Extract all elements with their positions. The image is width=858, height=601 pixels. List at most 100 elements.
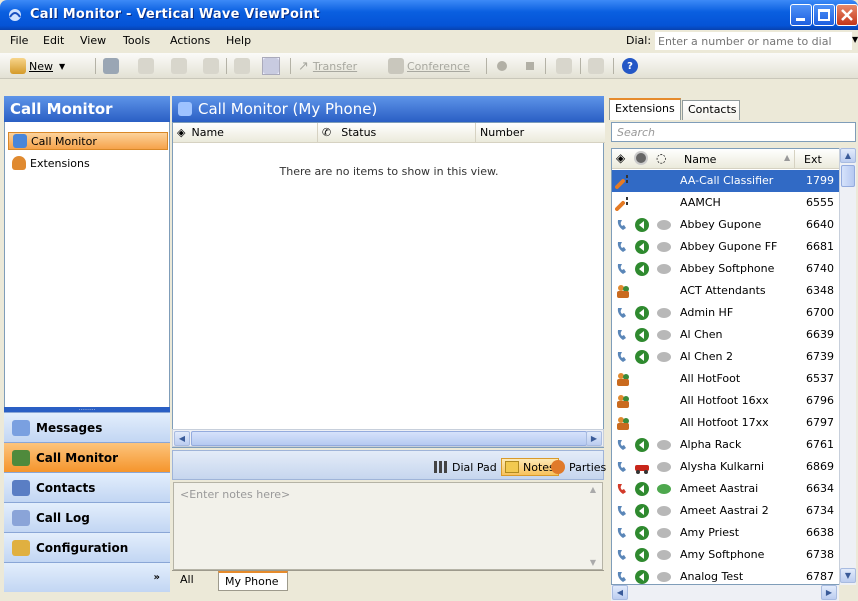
scroll-right-icon[interactable]: ▶ <box>821 585 837 600</box>
extension-row[interactable]: Admin HF 6700 <box>612 302 840 324</box>
extension-row[interactable]: All HotFoot 6537 <box>612 368 840 390</box>
extension-row[interactable]: Analog Test 6787 <box>612 566 840 584</box>
extension-row[interactable]: Al Chen 6639 <box>612 324 840 346</box>
col-status-header[interactable]: ✆ Status <box>317 123 475 143</box>
call-monitor-icon <box>13 134 27 148</box>
maximize-button[interactable] <box>813 4 835 26</box>
hold-button[interactable] <box>171 57 187 75</box>
stop-button[interactable] <box>526 57 534 75</box>
notes-textarea[interactable]: <Enter notes here> ▲ ▼ <box>173 482 603 570</box>
extension-name: Abbey Gupone <box>680 218 762 231</box>
scroll-left-icon[interactable]: ◀ <box>174 431 190 446</box>
extensions-horizontal-scrollbar[interactable]: ◀ ▶ <box>611 585 839 601</box>
keypad-button[interactable] <box>588 57 604 75</box>
col-name-header[interactable]: ◈ Name <box>173 123 317 143</box>
col-ext-header[interactable]: Ext <box>804 153 822 166</box>
help-button[interactable]: ? <box>622 57 638 75</box>
extension-row[interactable]: Ameet Aastrai 6634 <box>612 478 840 500</box>
nav-messages-button[interactable]: Messages <box>4 412 170 442</box>
menu-view[interactable]: View <box>80 34 106 47</box>
directory-search-input[interactable]: Search <box>611 122 856 142</box>
menu-edit[interactable]: Edit <box>43 34 64 47</box>
extension-name: Abbey Gupone FF <box>680 240 778 253</box>
col-label: Number <box>480 126 525 139</box>
nav-label: Call Log <box>36 510 90 525</box>
extension-number: 6739 <box>806 350 834 363</box>
extension-row[interactable]: ACT Attendants 6348 <box>612 280 840 302</box>
col-name-header[interactable]: Name <box>684 153 716 166</box>
extension-row[interactable]: All Hotfoot 16xx 6796 <box>612 390 840 412</box>
extension-row[interactable]: Al Chen 2 6739 <box>612 346 840 368</box>
scroll-thumb[interactable] <box>841 165 855 187</box>
tab-my-phone[interactable]: My Phone <box>218 571 288 591</box>
extension-row[interactable]: Alpha Rack 6761 <box>612 434 840 456</box>
answer-button[interactable] <box>138 57 154 75</box>
tab-extensions[interactable]: Extensions <box>609 98 681 120</box>
dial-input[interactable] <box>655 32 852 50</box>
tab-contacts[interactable]: Contacts <box>682 100 740 120</box>
new-button[interactable]: New ▼ <box>10 57 65 75</box>
message-button[interactable] <box>234 57 250 75</box>
nav-contacts-button[interactable]: Contacts <box>4 472 170 502</box>
monitor-toggle-button[interactable] <box>262 57 280 75</box>
close-button[interactable] <box>836 4 858 26</box>
menu-actions[interactable]: Actions <box>170 34 210 47</box>
minimize-button[interactable] <box>790 4 812 26</box>
hangup-button[interactable] <box>203 57 219 75</box>
toolbar: New ▼ ↗ Transfer Conference ? <box>0 53 858 79</box>
nav-call-monitor-button[interactable]: Call Monitor <box>4 442 170 472</box>
col-number-header[interactable]: Number <box>475 123 605 143</box>
nav-label: Contacts <box>36 480 96 495</box>
scroll-down-icon[interactable]: ▼ <box>840 568 856 583</box>
phone-icon <box>617 550 626 560</box>
print-button[interactable] <box>103 57 119 75</box>
notes-scrollbar[interactable]: ▲ ▼ <box>586 485 600 567</box>
extensions-vertical-scrollbar[interactable]: ▲ ▼ <box>839 148 856 585</box>
call-log-icon <box>12 509 30 526</box>
extension-row[interactable]: Alysha Kulkarni 6869 <box>612 456 840 478</box>
tree-item-extensions[interactable]: Extensions <box>8 154 168 172</box>
dial-pad-button[interactable]: Dial Pad <box>431 458 500 476</box>
record-button[interactable] <box>497 57 507 75</box>
extension-row[interactable]: Abbey Gupone 6640 <box>612 214 840 236</box>
tab-all[interactable]: All <box>174 571 200 591</box>
scroll-left-icon[interactable]: ◀ <box>612 585 628 600</box>
minimize-icon <box>796 18 805 21</box>
extension-row[interactable]: Abbey Gupone FF 6681 <box>612 236 840 258</box>
tree-item-call-monitor[interactable]: Call Monitor <box>8 132 168 150</box>
scroll-up-icon[interactable]: ▲ <box>586 485 600 497</box>
extension-row[interactable]: Abbey Softphone 6740 <box>612 258 840 280</box>
horizontal-scrollbar[interactable]: ◀ ▶ <box>172 429 604 447</box>
extension-name: AA-Call Classifier <box>680 174 774 187</box>
park-button[interactable] <box>556 57 572 75</box>
answer-icon <box>138 58 154 74</box>
scroll-down-icon[interactable]: ▼ <box>586 558 600 567</box>
stop-icon <box>526 62 534 70</box>
chat-bubble-icon <box>657 242 671 252</box>
nav-more-button[interactable]: » <box>4 562 170 592</box>
parties-button[interactable]: Parties <box>548 458 609 476</box>
transfer-button[interactable]: ↗ Transfer <box>298 57 357 75</box>
scroll-up-icon[interactable]: ▲ <box>840 148 856 163</box>
scroll-right-icon[interactable]: ▶ <box>586 431 602 446</box>
auto-attendant-icon <box>615 197 628 211</box>
chat-bubble-icon <box>657 506 671 516</box>
extension-row[interactable]: Amy Softphone 6738 <box>612 544 840 566</box>
scroll-thumb[interactable] <box>191 431 587 446</box>
group-icon <box>617 417 629 430</box>
extension-row[interactable]: All Hotfoot 17xx 6797 <box>612 412 840 434</box>
nav-configuration-button[interactable]: Configuration <box>4 532 170 562</box>
menu-help[interactable]: Help <box>226 34 251 47</box>
menu-tools[interactable]: Tools <box>123 34 150 47</box>
extension-row[interactable]: AA-Call Classifier 1799 <box>612 170 840 192</box>
nav-call-log-button[interactable]: Call Log <box>4 502 170 532</box>
available-status-icon <box>635 306 649 320</box>
extension-name: All Hotfoot 17xx <box>680 416 769 429</box>
menu-file[interactable]: File <box>10 34 28 47</box>
phone-icon <box>617 352 626 362</box>
extension-row[interactable]: Amy Priest 6638 <box>612 522 840 544</box>
conference-button[interactable]: Conference <box>388 57 470 75</box>
extension-row[interactable]: AAMCH 6555 <box>612 192 840 214</box>
dial-dropdown-icon[interactable]: ▼ <box>852 35 858 44</box>
extension-row[interactable]: Ameet Aastrai 2 6734 <box>612 500 840 522</box>
